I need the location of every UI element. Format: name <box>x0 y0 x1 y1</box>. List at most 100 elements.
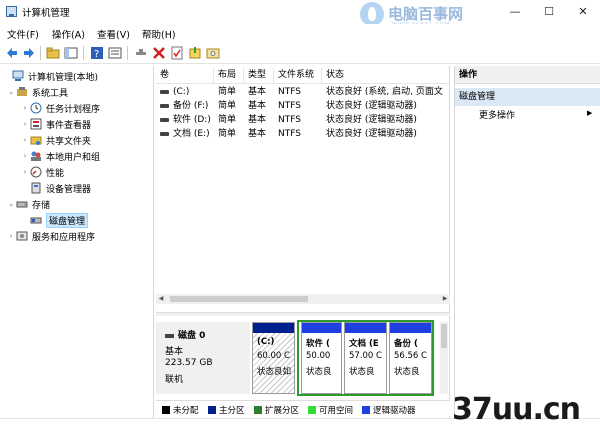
tree-item-services-apps[interactable]: › 服务和应用程序 <box>6 228 95 244</box>
chevron-right-icon[interactable]: › <box>20 104 30 112</box>
volume-filesystem: NTFS <box>278 101 301 111</box>
tree-item-task-scheduler[interactable]: › 任务计划程序 <box>20 100 100 116</box>
horizontal-scrollbar[interactable]: ◀ ▶ <box>156 294 450 304</box>
tree-item-device-manager[interactable]: 设备管理器 <box>20 180 91 196</box>
tree-label: 性能 <box>46 168 65 179</box>
volume-row[interactable]: 软件 (D:) 简单 基本 NTFS 状态良好 (逻辑驱动器) <box>156 113 450 127</box>
tree-label: 任务计划程序 <box>46 104 101 115</box>
partition-size: 57.00 C <box>349 351 382 361</box>
partition-f[interactable]: 备份 ( 56.56 C 状态良 <box>389 322 432 394</box>
chevron-right-icon[interactable]: ▶ <box>587 109 592 117</box>
tree-item-performance[interactable]: › 性能 <box>20 164 64 180</box>
chevron-down-icon[interactable]: ⌄ <box>6 88 16 96</box>
shared-folder-icon <box>30 136 42 145</box>
tree-item-local-users[interactable]: › 本地用户和组 <box>20 148 100 164</box>
scrollbar-thumb[interactable] <box>170 296 308 302</box>
chevron-down-icon[interactable]: ⌄ <box>6 200 16 208</box>
pane-splitter[interactable] <box>156 312 450 316</box>
volume-type: 基本 <box>248 129 267 139</box>
chevron-right-icon[interactable]: › <box>6 232 16 240</box>
help-icon[interactable]: ? <box>90 46 104 60</box>
volume-name: 备份 (F:) <box>173 101 209 111</box>
menu-bar: 文件(F) 操作(A) 查看(V) 帮助(H) <box>0 24 600 42</box>
menu-help[interactable]: 帮助(H) <box>142 27 176 41</box>
close-button[interactable]: ✕ <box>566 0 600 24</box>
tree-item-disk-management[interactable]: 磁盘管理 <box>20 212 89 228</box>
menu-view[interactable]: 查看(V) <box>97 27 130 41</box>
partition-status: 状态良 <box>306 367 332 377</box>
tree-label: 磁盘管理 <box>46 212 89 228</box>
check-icon[interactable] <box>170 46 184 60</box>
scroll-left-icon[interactable]: ◀ <box>156 294 166 304</box>
partition-d[interactable]: 软件 ( 50.00 状态良 <box>301 322 342 394</box>
actions-section-disk-management[interactable]: 磁盘管理 <box>455 88 600 106</box>
forward-arrow-icon[interactable] <box>22 46 36 60</box>
volume-icon <box>160 131 169 136</box>
refresh-icon[interactable] <box>188 46 202 60</box>
column-header-filesystem[interactable]: 文件系统 <box>274 68 322 84</box>
volume-filesystem: NTFS <box>278 115 301 125</box>
volume-type: 基本 <box>248 101 267 111</box>
tree-item-storage[interactable]: ⌄ 存储 <box>6 196 50 212</box>
maximize-button[interactable]: ☐ <box>532 0 566 24</box>
title-bar: 计算机管理 电脑百事网 WWW.PC841.COM — ☐ ✕ <box>0 0 600 28</box>
column-header-status[interactable]: 状态 <box>322 68 450 84</box>
chevron-right-icon[interactable]: › <box>20 168 30 176</box>
volume-status: 状态良好 (逻辑驱动器) <box>326 129 417 139</box>
tree-label: 共享文件夹 <box>46 136 92 147</box>
menu-file[interactable]: 文件(F) <box>7 27 39 41</box>
properties-icon[interactable] <box>108 46 122 60</box>
folder-up-icon[interactable] <box>46 46 60 60</box>
device-manager-icon <box>31 182 41 194</box>
column-header-type[interactable]: 类型 <box>244 68 274 84</box>
partition-name: 文档 (E <box>349 339 379 349</box>
menu-action[interactable]: 操作(A) <box>52 27 85 41</box>
partition-status: 状态良如 <box>257 367 292 377</box>
volume-row[interactable]: (C:) 简单 基本 NTFS 状态良好 (系统, 启动, 页面文 <box>156 85 450 99</box>
chevron-right-icon[interactable]: › <box>20 120 30 128</box>
volume-row[interactable]: 文档 (E:) 简单 基本 NTFS 状态良好 (逻辑驱动器) <box>156 127 450 141</box>
settings-icon[interactable] <box>206 46 220 60</box>
partition-bar-primary <box>253 323 294 333</box>
watermark-site: 37uu.cn <box>452 392 581 427</box>
console-tree-icon[interactable] <box>64 46 78 60</box>
minimize-button[interactable]: — <box>498 0 532 24</box>
scroll-right-icon[interactable]: ▶ <box>440 294 450 304</box>
column-header-layout[interactable]: 布局 <box>214 68 244 84</box>
partition-e[interactable]: 文档 (E 57.00 C 状态良 <box>344 322 387 394</box>
legend-label: 未分配 <box>173 406 199 416</box>
disk-map: 磁盘 0 基本 223.57 GB 联机 (C:) 60.00 C 状态良如 软… <box>156 318 450 398</box>
more-actions-link[interactable]: 更多操作 <box>479 108 515 121</box>
volume-layout: 简单 <box>218 129 237 139</box>
scrollbar-thumb[interactable] <box>441 324 447 348</box>
disk-name: 磁盘 0 <box>178 331 206 341</box>
back-arrow-icon[interactable] <box>5 46 19 60</box>
partition-c[interactable]: (C:) 60.00 C 状态良如 <box>252 322 295 394</box>
volume-name: (C:) <box>173 87 190 97</box>
disk-state: 联机 <box>165 375 184 385</box>
partition-name: (C:) <box>257 337 275 347</box>
chevron-right-icon[interactable]: › <box>20 152 30 160</box>
legend-item: 未分配 <box>162 404 199 416</box>
volume-layout: 简单 <box>218 87 237 97</box>
tree-item-root[interactable]: 计算机管理(本地) <box>2 68 98 84</box>
chevron-right-icon[interactable]: › <box>20 136 30 144</box>
disk-map-scrollbar[interactable] <box>440 322 448 394</box>
column-header-volume[interactable]: 卷 <box>156 68 214 84</box>
tree-label: 服务和应用程序 <box>32 232 96 243</box>
list-header: 卷 布局 类型 文件系统 状态 <box>156 68 450 84</box>
tree-item-event-viewer[interactable]: › 事件查看器 <box>20 116 91 132</box>
disk-info[interactable]: 磁盘 0 基本 223.57 GB 联机 <box>156 322 250 394</box>
tree-item-shared-folders[interactable]: › 共享文件夹 <box>20 132 91 148</box>
tree-item-system-tools[interactable]: ⌄ 系统工具 <box>6 84 68 100</box>
legend-swatch <box>208 406 216 414</box>
volume-row[interactable]: 备份 (F:) 简单 基本 NTFS 状态良好 (逻辑驱动器) <box>156 99 450 113</box>
connect-icon[interactable] <box>134 46 148 60</box>
volume-status: 状态良好 (系统, 启动, 页面文 <box>326 87 443 97</box>
partition-name: 软件 ( <box>306 339 330 349</box>
tree-label: 计算机管理(本地) <box>28 72 99 83</box>
delete-icon[interactable] <box>152 46 166 60</box>
partition-bar-logical <box>345 323 386 333</box>
users-icon <box>31 151 41 161</box>
watermark-logo-icon <box>360 2 384 26</box>
